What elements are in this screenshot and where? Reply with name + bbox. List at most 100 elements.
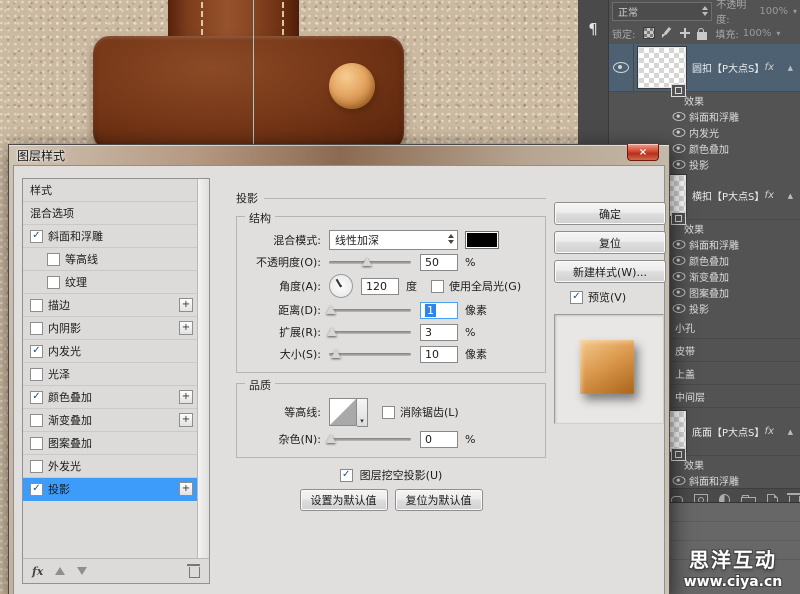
- effects-header[interactable]: 效果: [609, 92, 800, 108]
- fx-badge[interactable]: fx: [765, 62, 774, 73]
- layer-name[interactable]: 底面【P大点S】: [692, 424, 764, 439]
- new-style-button[interactable]: 新建样式(W)...: [554, 260, 666, 283]
- opacity-input[interactable]: 50: [420, 254, 458, 271]
- fx-badge[interactable]: fx: [765, 426, 774, 437]
- distance-slider[interactable]: [329, 309, 411, 312]
- reset-default-button[interactable]: 复位为默认值: [395, 489, 483, 511]
- ok-button[interactable]: 确定: [554, 202, 666, 225]
- add-instance-icon[interactable]: +: [179, 298, 193, 312]
- dialog-titlebar[interactable]: 图层样式 ×: [9, 145, 669, 165]
- visibility-eye-icon[interactable]: [673, 240, 686, 249]
- contour-thumbnail[interactable]: [329, 398, 357, 426]
- style-list-scrollbar[interactable]: [197, 179, 209, 558]
- layer-name[interactable]: 横扣【P大点S】: [692, 188, 764, 203]
- collapse-effects-icon[interactable]: ▲: [788, 428, 793, 436]
- style-item-pattern-overlay[interactable]: 图案叠加: [23, 432, 209, 455]
- style-item-gradient-overlay[interactable]: 渐变叠加+: [23, 409, 209, 432]
- style-item-blending-options[interactable]: 混合选项: [23, 202, 209, 225]
- style-item-stroke[interactable]: 描边+: [23, 294, 209, 317]
- slider-thumb[interactable]: [326, 305, 336, 314]
- lock-all-icon[interactable]: [697, 32, 707, 40]
- visibility-eye-icon[interactable]: [673, 256, 686, 265]
- style-item-inner-shadow[interactable]: 内阴影+: [23, 317, 209, 340]
- global-light-checkbox-unchecked[interactable]: [431, 280, 444, 293]
- size-slider[interactable]: [329, 353, 411, 356]
- chevron-down-icon[interactable]: ▾: [776, 29, 780, 38]
- style-item-satin[interactable]: 光泽: [23, 363, 209, 386]
- fx-badge[interactable]: fx: [765, 190, 774, 201]
- visibility-eye-icon[interactable]: [673, 288, 686, 297]
- layer-thumbnail[interactable]: [638, 47, 686, 88]
- checkbox-unchecked[interactable]: [30, 368, 43, 381]
- chevron-down-icon[interactable]: ▾: [793, 7, 797, 16]
- opacity-value[interactable]: 100%: [759, 6, 788, 17]
- style-item-styles[interactable]: 样式: [23, 179, 209, 202]
- preview-checkbox-checked[interactable]: ✓: [570, 291, 583, 304]
- checkbox-checked[interactable]: ✓: [30, 483, 43, 496]
- blend-mode-select[interactable]: 正常: [612, 2, 712, 21]
- contour-picker-icon[interactable]: ▾: [357, 398, 368, 427]
- move-effect-down-icon[interactable]: [77, 567, 87, 575]
- checkbox-unchecked[interactable]: [30, 299, 43, 312]
- shadow-color-swatch[interactable]: [465, 231, 499, 249]
- checkbox-unchecked[interactable]: [30, 460, 43, 473]
- slider-thumb[interactable]: [326, 434, 336, 443]
- visibility-eye-icon[interactable]: [613, 62, 629, 73]
- spread-input[interactable]: 3: [420, 324, 458, 341]
- add-instance-icon[interactable]: +: [179, 482, 193, 496]
- slider-thumb[interactable]: [362, 257, 372, 266]
- lock-position-icon[interactable]: [679, 27, 691, 39]
- opacity-slider[interactable]: [329, 261, 411, 264]
- angle-dial[interactable]: [329, 274, 353, 298]
- add-instance-icon[interactable]: +: [179, 413, 193, 427]
- collapse-effects-icon[interactable]: ▲: [788, 192, 793, 200]
- style-item-bevel-emboss[interactable]: ✓斜面和浮雕: [23, 225, 209, 248]
- visibility-eye-icon[interactable]: [673, 160, 686, 169]
- slider-thumb[interactable]: [327, 327, 337, 336]
- lock-transparency-icon[interactable]: [643, 27, 655, 39]
- size-input[interactable]: 10: [420, 346, 458, 363]
- slider-thumb[interactable]: [331, 349, 341, 358]
- checkbox-unchecked[interactable]: [30, 414, 43, 427]
- shadow-blend-mode-select[interactable]: 线性加深: [329, 230, 458, 250]
- angle-input[interactable]: 120: [361, 278, 399, 295]
- layer-row-round-button[interactable]: 圆扣【P大点S】 fx ▲: [609, 44, 800, 92]
- set-default-button[interactable]: 设置为默认值: [300, 489, 388, 511]
- lock-pixels-icon[interactable]: [661, 27, 673, 39]
- fx-menu-icon[interactable]: fx: [32, 565, 43, 578]
- checkbox-unchecked[interactable]: [30, 437, 43, 450]
- paragraph-panel-icon[interactable]: ¶: [583, 18, 603, 40]
- style-item-texture[interactable]: 纹理: [23, 271, 209, 294]
- add-instance-icon[interactable]: +: [179, 390, 193, 404]
- checkbox-unchecked[interactable]: [47, 253, 60, 266]
- visibility-eye-icon[interactable]: [673, 144, 686, 153]
- fill-value[interactable]: 100%: [743, 28, 772, 39]
- distance-input[interactable]: 1: [420, 302, 458, 319]
- visibility-eye-icon[interactable]: [673, 476, 686, 485]
- style-item-contour[interactable]: 等高线: [23, 248, 209, 271]
- close-button[interactable]: ×: [627, 144, 659, 161]
- anti-alias-checkbox-unchecked[interactable]: [382, 406, 395, 419]
- checkbox-unchecked[interactable]: [47, 276, 60, 289]
- knockout-checkbox-checked[interactable]: ✓: [340, 469, 353, 482]
- effect-row[interactable]: 斜面和浮雕: [609, 108, 800, 124]
- noise-slider[interactable]: [329, 438, 411, 441]
- layer-name[interactable]: 圆扣【P大点S】: [692, 60, 764, 75]
- visibility-eye-icon[interactable]: [673, 112, 686, 121]
- add-instance-icon[interactable]: +: [179, 321, 193, 335]
- visibility-eye-icon[interactable]: [673, 272, 686, 281]
- checkbox-checked[interactable]: ✓: [30, 230, 43, 243]
- checkbox-checked[interactable]: ✓: [30, 391, 43, 404]
- effect-row[interactable]: 内发光: [609, 124, 800, 140]
- checkbox-checked[interactable]: ✓: [30, 345, 43, 358]
- style-item-outer-glow[interactable]: 外发光: [23, 455, 209, 478]
- visibility-eye-icon[interactable]: [673, 304, 686, 313]
- style-item-drop-shadow[interactable]: ✓投影+: [23, 478, 209, 501]
- reset-button[interactable]: 复位: [554, 231, 666, 254]
- delete-effect-icon[interactable]: [189, 567, 200, 578]
- checkbox-unchecked[interactable]: [30, 322, 43, 335]
- visibility-eye-icon[interactable]: [673, 128, 686, 137]
- move-effect-up-icon[interactable]: [55, 567, 65, 575]
- style-item-color-overlay[interactable]: ✓颜色叠加+: [23, 386, 209, 409]
- noise-input[interactable]: 0: [420, 431, 458, 448]
